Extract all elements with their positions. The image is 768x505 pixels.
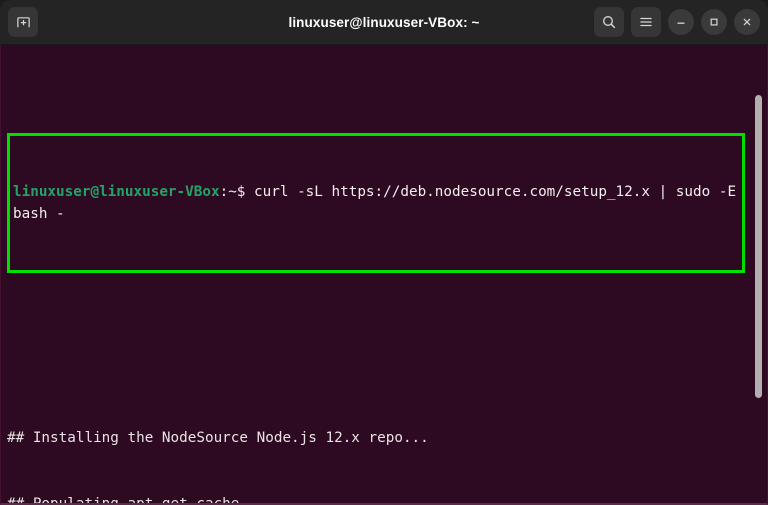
hamburger-menu-icon bbox=[638, 14, 654, 30]
scrollbar-thumb[interactable] bbox=[755, 95, 762, 398]
terminal-window: linuxuser@linuxuser-VBox: ~ linuxuser@li… bbox=[0, 0, 768, 505]
close-button[interactable] bbox=[734, 9, 760, 35]
search-button[interactable] bbox=[594, 7, 624, 37]
output-blank-line bbox=[7, 449, 747, 471]
minimize-button[interactable] bbox=[668, 9, 694, 35]
titlebar: linuxuser@linuxuser-VBox: ~ bbox=[0, 0, 768, 45]
new-tab-button[interactable] bbox=[8, 7, 38, 37]
highlighted-command-block: linuxuser@linuxuser-VBox:~$ curl -sL htt… bbox=[7, 133, 745, 273]
search-icon bbox=[601, 14, 617, 30]
minimize-icon bbox=[674, 15, 688, 29]
terminal-body[interactable]: linuxuser@linuxuser-VBox:~$ curl -sL htt… bbox=[0, 45, 768, 505]
terminal-scrollbar[interactable] bbox=[752, 45, 765, 503]
new-tab-icon bbox=[16, 15, 31, 30]
prompt-line: linuxuser@linuxuser-VBox:~$ curl -sL htt… bbox=[13, 181, 739, 225]
titlebar-left-controls bbox=[8, 7, 38, 37]
titlebar-right-controls bbox=[594, 7, 760, 37]
maximize-button[interactable] bbox=[701, 9, 727, 35]
menu-button[interactable] bbox=[631, 7, 661, 37]
prompt-user-host: linuxuser@linuxuser-VBox bbox=[13, 184, 220, 200]
output-line: ## Installing the NodeSource Node.js 12.… bbox=[7, 430, 429, 446]
terminal-screen: linuxuser@linuxuser-VBox:~$ curl -sL htt… bbox=[1, 45, 747, 505]
terminal-output: ## Installing the NodeSource Node.js 12.… bbox=[7, 427, 747, 505]
output-blank-line bbox=[7, 471, 747, 493]
maximize-icon bbox=[707, 15, 721, 29]
output-line: ## Populating apt-get cache... bbox=[7, 496, 266, 505]
prompt-path: :~$ bbox=[219, 184, 246, 200]
close-icon bbox=[740, 15, 754, 29]
